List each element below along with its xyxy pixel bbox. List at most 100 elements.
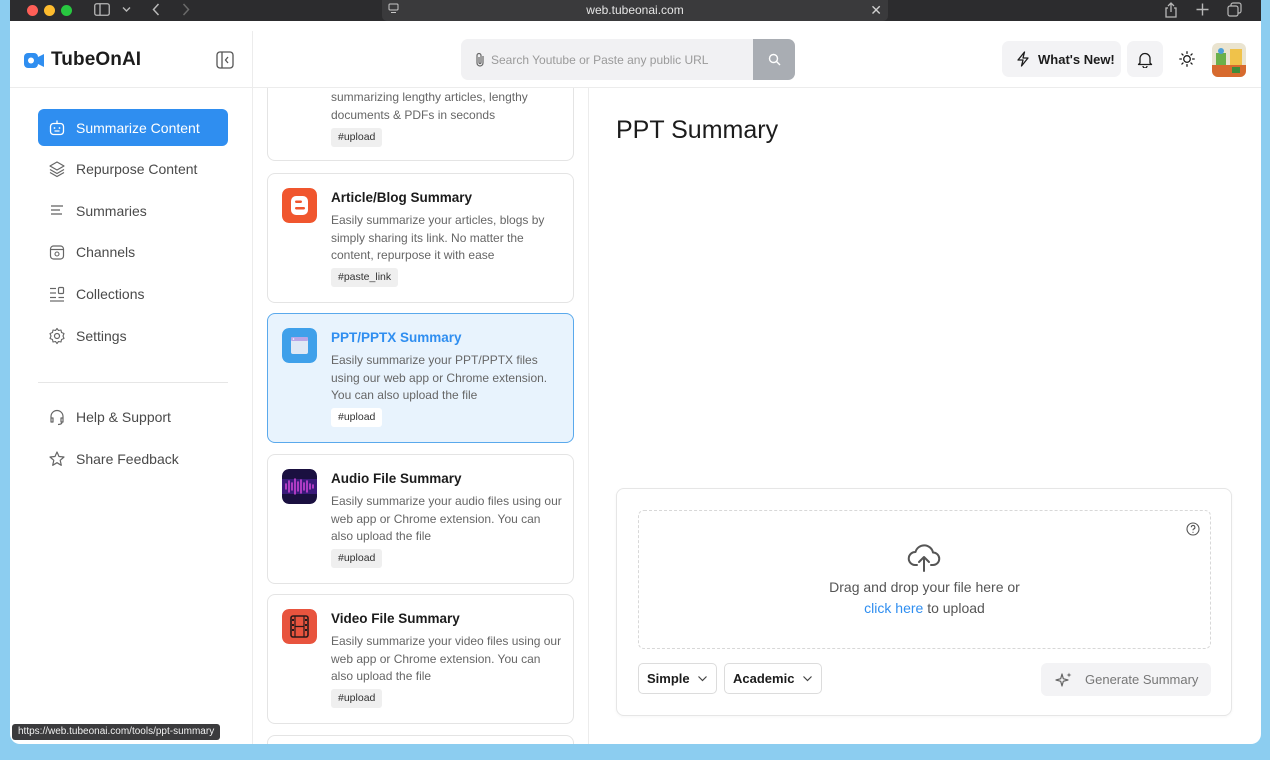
chevron-down-icon: [803, 676, 812, 682]
search-icon: [768, 53, 780, 66]
sidebar-divider: [38, 382, 228, 383]
tool-card-tag: #upload: [331, 408, 383, 427]
minimize-window-button[interactable]: [44, 5, 55, 16]
app-header: TubeOnAI What's New!: [10, 31, 1261, 88]
generate-summary-label: Generate Summary: [1085, 672, 1199, 687]
film-strip-icon: [282, 609, 317, 644]
summary-style-value: Academic: [733, 671, 795, 686]
sidebar-item-repurpose-content[interactable]: Repurpose Content: [38, 150, 228, 187]
sidebar-toggle-icon[interactable]: [94, 3, 110, 16]
page-title: PPT Summary: [616, 116, 779, 144]
browser-window: web.tubeonai.com ✕ TubeOnAI W: [10, 0, 1261, 744]
sidebar-item-label: Channels: [76, 243, 136, 260]
sidebar: Summarize Content Repurpose Content Summ…: [10, 88, 253, 744]
chevron-down-icon[interactable]: [122, 6, 131, 13]
summary-style-select[interactable]: Academic: [724, 663, 822, 694]
theme-toggle-button[interactable]: [1169, 41, 1205, 77]
status-bar-url: https://web.tubeonai.com/tools/ppt-summa…: [12, 724, 221, 740]
drop-instructions-line2: click here to upload: [639, 600, 1210, 616]
tool-card-ppt-pptx[interactable]: PPT/PPTX Summary Easily summarize your P…: [267, 313, 574, 443]
star-icon: [49, 450, 65, 466]
layers-icon: [49, 160, 65, 177]
close-tab-icon[interactable]: ✕: [870, 1, 882, 19]
tool-card-documents[interactable]: summarizing lengthy articles, lengthy do…: [267, 88, 574, 161]
chevron-down-icon: [698, 676, 707, 682]
close-window-button[interactable]: [27, 5, 38, 16]
brand-logo[interactable]: TubeOnAI: [24, 49, 141, 71]
generate-summary-button[interactable]: Generate Summary: [1041, 663, 1211, 696]
new-tab-icon[interactable]: [1196, 3, 1209, 16]
ppt-file-icon: [282, 328, 317, 363]
user-avatar[interactable]: [1212, 43, 1246, 77]
file-dropzone[interactable]: Drag and drop your file here or click he…: [638, 510, 1211, 649]
to-upload-text: to upload: [923, 600, 985, 616]
sidebar-item-channels[interactable]: Channels: [38, 233, 228, 270]
sidebar-item-help-support[interactable]: Help & Support: [38, 398, 228, 435]
bell-icon: [1137, 52, 1153, 68]
tool-card-tag: #upload: [331, 128, 383, 147]
click-here-link[interactable]: click here: [864, 600, 923, 616]
help-icon[interactable]: [1186, 522, 1200, 536]
drop-instructions: Drag and drop your file here or: [829, 579, 1020, 595]
lightning-icon: [1017, 51, 1029, 67]
tool-card-tag: #upload: [331, 689, 383, 708]
browser-toolbar: web.tubeonai.com ✕: [10, 0, 1261, 21]
headset-icon: [50, 409, 64, 425]
audio-waveform-icon: [282, 469, 317, 504]
paperclip-icon[interactable]: [473, 52, 487, 68]
tool-card-next[interactable]: [267, 735, 574, 744]
sidebar-item-label: Summarize Content: [76, 119, 200, 136]
whats-new-button[interactable]: What's New!: [1002, 41, 1121, 77]
summary-mode-select[interactable]: Simple: [638, 663, 717, 694]
tool-card-desc: Easily summarize your audio files using …: [331, 494, 562, 543]
collapse-sidebar-icon[interactable]: [216, 51, 234, 69]
lines-icon: [51, 204, 63, 215]
avatar-image: [1212, 43, 1246, 77]
address-url: web.tubeonai.com: [586, 3, 684, 17]
tools-list: summarizing lengthy articles, lengthy do…: [253, 88, 589, 744]
tool-card-tag: #paste_link: [331, 268, 399, 287]
cloud-upload-icon: [907, 544, 941, 572]
tool-card-desc: Easily summarize your articles, blogs by…: [331, 213, 545, 262]
tool-card-article-blog[interactable]: Article/Blog Summary Easily summarize yo…: [267, 173, 574, 303]
back-arrow-icon[interactable]: [152, 3, 160, 16]
sidebar-item-summarize-content[interactable]: Summarize Content: [38, 109, 228, 146]
search-button[interactable]: [753, 39, 795, 80]
tool-card-video-file[interactable]: Video File Summary Easily summarize your…: [267, 594, 574, 724]
blogger-icon: [282, 188, 317, 223]
sidebar-item-label: Repurpose Content: [76, 160, 198, 177]
sidebar-item-settings[interactable]: Settings: [38, 317, 228, 354]
sidebar-item-collections[interactable]: Collections: [38, 275, 228, 312]
collections-icon: [50, 286, 65, 302]
sidebar-item-label: Collections: [76, 285, 145, 302]
sidebar-item-summaries[interactable]: Summaries: [38, 192, 228, 229]
brand-name: TubeOnAI: [51, 49, 142, 70]
tool-card-desc: summarizing lengthy articles, lengthy do…: [331, 90, 528, 122]
tool-card-tag: #upload: [331, 549, 383, 568]
header-divider: [252, 31, 253, 88]
sun-icon: [1179, 51, 1195, 67]
sidebar-item-label: Help & Support: [76, 408, 171, 425]
summary-mode-value: Simple: [647, 671, 690, 686]
address-bar[interactable]: web.tubeonai.com ✕: [382, 0, 888, 21]
tool-card-audio-file[interactable]: Audio File Summary Easily summarize your…: [267, 454, 574, 584]
tool-card-title: Video File Summary: [331, 611, 460, 626]
tool-card-desc: Easily summarize your PPT/PPTX files usi…: [331, 353, 548, 402]
sidebar-item-label: Settings: [76, 327, 127, 344]
upload-panel: Drag and drop your file here or click he…: [616, 488, 1232, 716]
sidebar-item-label: Summaries: [76, 202, 147, 219]
sparkles-icon: [1055, 672, 1072, 687]
gear-icon: [49, 327, 65, 344]
tool-card-title: PPT/PPTX Summary: [331, 330, 462, 345]
search-input[interactable]: [491, 39, 751, 80]
main-panel: PPT Summary Drag and drop your file here…: [589, 88, 1261, 744]
forward-arrow-icon[interactable]: [182, 3, 190, 16]
sidebar-item-share-feedback[interactable]: Share Feedback: [38, 440, 228, 477]
maximize-window-button[interactable]: [61, 5, 72, 16]
share-icon[interactable]: [1164, 2, 1178, 18]
tab-overview-icon[interactable]: [1227, 2, 1242, 17]
search-bar: [461, 39, 795, 80]
tool-card-title: Article/Blog Summary: [331, 190, 473, 205]
channel-icon: [49, 244, 65, 260]
notifications-button[interactable]: [1127, 41, 1163, 77]
